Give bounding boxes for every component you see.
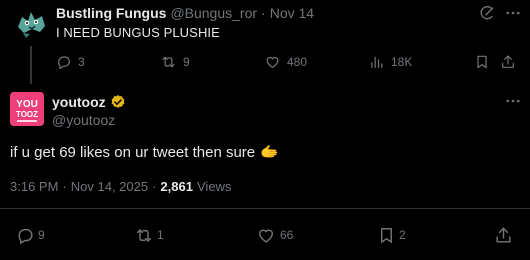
parent-more-icon[interactable] [504, 4, 522, 22]
main-repost-count: 1 [157, 228, 164, 242]
reply-icon [56, 54, 72, 70]
reply-icon [16, 226, 35, 245]
main-reply-button[interactable]: 9 [16, 224, 45, 246]
main-reply-count: 9 [38, 228, 45, 242]
youtooz-avatar[interactable]: YOU TOOZ [10, 92, 44, 126]
share-icon [500, 54, 516, 70]
parent-views-button[interactable]: 18K [368, 52, 412, 72]
parent-repost-count: 9 [183, 55, 190, 69]
heart-icon [256, 226, 276, 245]
parent-reply-count: 3 [78, 55, 85, 69]
main-views-count[interactable]: 2,861 [160, 179, 193, 194]
separator-dot: · [261, 5, 266, 21]
main-repost-button[interactable]: 1 [134, 224, 164, 246]
main-tweet-meta: 3:16 PM · Nov 14, 2025 · 2,861 Views [10, 179, 231, 194]
meta-separator-2: · [152, 179, 157, 194]
main-tweet-body: if u get 69 likes on ur tweet then sure [10, 143, 256, 161]
parent-repost-button[interactable]: 9 [160, 52, 190, 72]
parent-handle[interactable]: @Bungus_ror [170, 5, 257, 21]
parent-like-count: 480 [287, 55, 308, 69]
main-handle[interactable]: @youtooz [52, 112, 115, 128]
bookmark-icon [377, 226, 396, 245]
views-icon [368, 54, 385, 70]
parent-tweet-text: I NEED BUNGUS PLUSHIE [56, 25, 220, 40]
main-tweet-time[interactable]: 3:16 PM [10, 179, 58, 194]
parent-bookmark-button[interactable] [474, 52, 490, 72]
main-name-row: youtooz [52, 93, 126, 110]
handshake-emoji: 🫱 [260, 144, 279, 161]
parent-header: Bustling Fungus @Bungus_ror · Nov 14 [56, 5, 314, 21]
bookmark-icon [474, 54, 490, 70]
main-like-count: 66 [280, 228, 294, 242]
divider [0, 208, 530, 209]
heart-icon [264, 54, 281, 70]
parent-reply-button[interactable]: 3 [56, 52, 85, 72]
parent-timestamp[interactable]: Nov 14 [270, 5, 314, 21]
parent-like-button[interactable]: 480 [264, 52, 307, 72]
main-bookmark-count: 2 [399, 228, 406, 242]
parent-share-button[interactable] [500, 52, 516, 72]
main-tweet-date[interactable]: Nov 14, 2025 [71, 179, 148, 194]
parent-avatar[interactable] [12, 5, 50, 43]
thread-line [30, 46, 32, 84]
main-action-bar: 9 1 66 2 [0, 224, 530, 246]
main-tweet-text: if u get 69 likes on ur tweet then sure … [10, 143, 279, 162]
main-share-button[interactable] [494, 224, 513, 246]
main-bookmark-button[interactable]: 2 [377, 224, 406, 246]
grok-icon[interactable] [478, 4, 496, 22]
share-icon [494, 226, 513, 245]
verified-badge-icon[interactable] [110, 94, 126, 110]
repost-icon [134, 226, 154, 245]
parent-display-name[interactable]: Bustling Fungus [56, 5, 166, 21]
avatar-text-line1: YOU [16, 99, 38, 110]
meta-separator: · [62, 179, 67, 194]
parent-action-bar: 3 9 480 18K [56, 52, 516, 72]
main-like-button[interactable]: 66 [256, 224, 293, 246]
repost-icon [160, 54, 177, 70]
main-display-name[interactable]: youtooz [52, 94, 106, 110]
main-more-icon[interactable] [504, 92, 522, 110]
main-views-label: Views [197, 179, 232, 194]
parent-views-count: 18K [391, 55, 413, 69]
avatar-text-line2: TOOZ [16, 110, 38, 119]
